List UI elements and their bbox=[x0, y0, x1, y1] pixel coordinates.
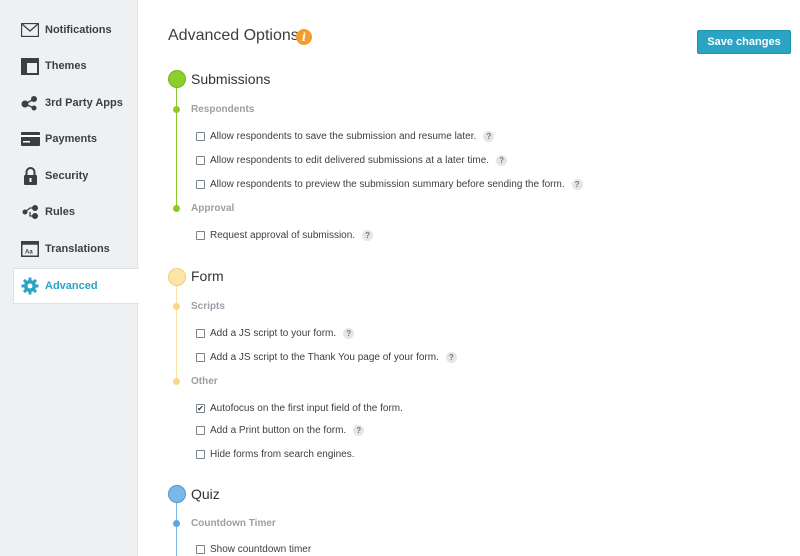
help-icon[interactable]: ? bbox=[483, 131, 495, 142]
subsection-dot-other bbox=[173, 378, 180, 385]
option-label: Show countdown timer bbox=[210, 544, 312, 555]
help-icon[interactable]: ? bbox=[445, 352, 457, 363]
checkbox[interactable] bbox=[196, 426, 205, 435]
info-icon[interactable]: i bbox=[296, 29, 312, 45]
subsection-dot-respondents bbox=[173, 106, 180, 113]
apps-icon bbox=[20, 93, 40, 113]
checkbox-checked[interactable]: ✔ bbox=[196, 404, 205, 413]
help-icon[interactable]: ? bbox=[571, 179, 583, 190]
section-dot-submissions bbox=[168, 70, 186, 88]
sidebar-item-label: 3rd Party Apps bbox=[45, 97, 123, 109]
option-label: Add a JS script to your form. bbox=[210, 328, 337, 339]
svg-text:Aa: Aa bbox=[25, 250, 33, 256]
subsection-title-countdown: Countdown Timer bbox=[191, 518, 276, 529]
help-icon[interactable]: ? bbox=[362, 230, 374, 241]
option-js-script-form: Add a JS script to your form. ? bbox=[196, 328, 355, 339]
option-preview-summary: Allow respondents to preview the submiss… bbox=[196, 179, 583, 190]
sidebar-item-label: Translations bbox=[45, 243, 110, 255]
sidebar-item-3rd-party-apps[interactable]: 3rd Party Apps bbox=[14, 85, 138, 121]
timeline-line-quiz bbox=[176, 501, 177, 556]
help-icon[interactable]: ? bbox=[343, 328, 355, 339]
subsection-dot-approval bbox=[173, 205, 180, 212]
sidebar-item-label: Rules bbox=[45, 206, 75, 218]
sidebar-item-label: Advanced bbox=[45, 280, 98, 292]
sidebar-item-translations[interactable]: Aa Translations bbox=[14, 231, 138, 267]
translation-icon: Aa bbox=[20, 239, 40, 259]
subsection-title-scripts: Scripts bbox=[191, 301, 225, 312]
subsection-title-other: Other bbox=[191, 376, 218, 387]
sidebar: Notifications Themes 3rd Party Apps Paym… bbox=[0, 0, 139, 556]
section-title-form: Form bbox=[191, 268, 224, 284]
section-title-submissions: Submissions bbox=[191, 71, 271, 87]
sidebar-item-payments[interactable]: Payments bbox=[14, 121, 138, 157]
sidebar-item-notifications[interactable]: Notifications bbox=[14, 12, 138, 48]
checkbox[interactable] bbox=[196, 156, 205, 165]
option-label: Hide forms from search engines. bbox=[210, 449, 355, 460]
subsection-title-approval: Approval bbox=[191, 203, 235, 214]
option-autofocus: ✔ Autofocus on the first input field of … bbox=[196, 403, 403, 414]
option-label: Allow respondents to save the submission… bbox=[210, 131, 477, 142]
checkbox[interactable] bbox=[196, 353, 205, 362]
sidebar-item-security[interactable]: Security bbox=[14, 158, 138, 194]
sidebar-item-label: Security bbox=[45, 170, 89, 182]
option-label: Autofocus on the first input field of th… bbox=[210, 403, 403, 414]
subsection-dot-countdown bbox=[173, 520, 180, 527]
envelope-icon bbox=[20, 20, 40, 40]
option-edit-delivered: Allow respondents to edit delivered subm… bbox=[196, 155, 508, 166]
sidebar-item-rules[interactable]: Rules bbox=[14, 194, 138, 230]
sidebar-item-label: Notifications bbox=[45, 24, 112, 36]
sidebar-item-advanced[interactable]: Advanced bbox=[13, 268, 139, 304]
timeline-line-submissions bbox=[176, 86, 177, 212]
option-print-button: Add a Print button on the form. ? bbox=[196, 425, 365, 436]
themes-icon bbox=[20, 56, 40, 76]
subsection-title-respondents: Respondents bbox=[191, 104, 255, 115]
lock-icon bbox=[20, 166, 40, 186]
option-request-approval: Request approval of submission. ? bbox=[196, 230, 374, 241]
sidebar-item-themes[interactable]: Themes bbox=[14, 48, 138, 84]
credit-card-icon bbox=[20, 129, 40, 149]
save-changes-button[interactable]: Save changes bbox=[697, 30, 791, 54]
option-js-script-thank-you: Add a JS script to the Thank You page of… bbox=[196, 352, 457, 363]
option-label: Request approval of submission. bbox=[210, 230, 356, 241]
checkbox[interactable] bbox=[196, 180, 205, 189]
section-dot-form bbox=[168, 268, 186, 286]
sidebar-item-label: Payments bbox=[45, 133, 97, 145]
checkbox[interactable] bbox=[196, 132, 205, 141]
sidebar-item-label: Themes bbox=[45, 60, 87, 72]
checkbox[interactable] bbox=[196, 231, 205, 240]
option-label: Add a Print button on the form. bbox=[210, 425, 347, 436]
checkbox[interactable] bbox=[196, 545, 205, 554]
option-label: Add a JS script to the Thank You page of… bbox=[210, 352, 439, 363]
option-label: Allow respondents to preview the submiss… bbox=[210, 179, 565, 190]
page-title: Advanced Options bbox=[168, 27, 299, 44]
timeline-line-form bbox=[176, 284, 177, 382]
subsection-dot-scripts bbox=[173, 303, 180, 310]
checkbox[interactable] bbox=[196, 329, 205, 338]
option-label: Allow respondents to edit delivered subm… bbox=[210, 155, 490, 166]
rules-icon bbox=[20, 202, 40, 222]
option-hide-from-search: Hide forms from search engines. bbox=[196, 449, 355, 460]
gear-icon bbox=[20, 276, 40, 296]
section-title-quiz: Quiz bbox=[191, 486, 220, 502]
checkbox[interactable] bbox=[196, 450, 205, 459]
section-dot-quiz bbox=[168, 485, 186, 503]
help-icon[interactable]: ? bbox=[353, 425, 365, 436]
option-show-countdown: Show countdown timer bbox=[196, 544, 311, 555]
help-icon[interactable]: ? bbox=[496, 155, 508, 166]
option-save-and-resume: Allow respondents to save the submission… bbox=[196, 131, 495, 142]
